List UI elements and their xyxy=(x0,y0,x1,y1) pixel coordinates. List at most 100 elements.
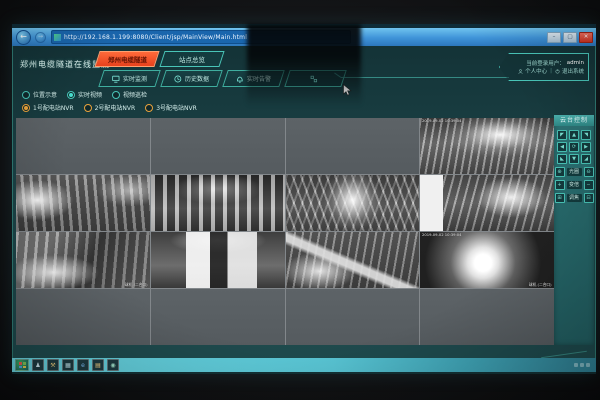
mouse-cursor xyxy=(343,84,352,96)
radio-dot xyxy=(22,104,30,112)
radio-dot xyxy=(112,91,120,99)
ptz-plus-button[interactable]: ⊖ xyxy=(584,167,594,177)
ptz-panel: 云台控制 ◤▲◥◀⟳▶◣▼◢ ⊕光圈⊖+变倍−⊞调焦⊟ xyxy=(554,115,594,345)
video-tile-r3c4[interactable]: 2019-09-02 10:39:04球机 (二合口) xyxy=(420,232,554,288)
ptz-row-label: 调焦 xyxy=(567,194,582,202)
view-mode-radio-2[interactable]: 实时视频 xyxy=(67,90,102,99)
nvr-radio-2[interactable]: 2号配电站NVR xyxy=(84,103,136,112)
ptz-plus-button[interactable]: − xyxy=(584,180,594,190)
history-icon xyxy=(174,75,182,83)
ptz-direction-button-3[interactable]: ◥ xyxy=(581,130,591,140)
ptz-plus-button[interactable]: ⊟ xyxy=(584,193,594,203)
video-tile-r1c1[interactable] xyxy=(16,118,150,174)
windows-taskbar: ♟⚒▦e▤◉ xyxy=(12,358,596,372)
nvr-radio-1[interactable]: 1号配电站NVR xyxy=(22,103,74,112)
ptz-direction-button-6[interactable]: ▶ xyxy=(581,142,591,152)
ptz-direction-button-4[interactable]: ◀ xyxy=(557,142,567,152)
view-mode-radios: 位置示意 实时视频 视频巡检 xyxy=(22,90,147,99)
ptz-minus-button[interactable]: ⊕ xyxy=(555,167,565,177)
header-toolbar: 实时监测 历史数据 实时告警 xyxy=(101,70,344,87)
video-wall: 2019-09-02 10:39:04球机 (二合口)2019-09-02 10… xyxy=(16,118,554,345)
video-tile-r2c1[interactable] xyxy=(16,175,150,231)
radio-dot xyxy=(22,91,30,99)
close-button[interactable]: ✕ xyxy=(579,32,593,43)
video-tile-r1c2[interactable] xyxy=(151,118,285,174)
nvr-radio-3[interactable]: 3号配电站NVR xyxy=(145,103,197,112)
system-tray[interactable] xyxy=(574,363,590,367)
folder-icon[interactable]: ▤ xyxy=(92,359,104,371)
video-tile-r1c4[interactable]: 2019-09-02 10:39:04 xyxy=(420,118,554,174)
browser-address-bar: ← → http://192.168.1.199:8080/Client/jsp… xyxy=(12,28,596,46)
nvr-radios: 1号配电站NVR 2号配电站NVR 3号配电站NVR xyxy=(22,103,197,112)
header-decor-line xyxy=(341,77,509,78)
ptz-direction-button-9[interactable]: ◢ xyxy=(581,154,591,164)
video-tile-r4c4[interactable] xyxy=(420,289,554,345)
ptz-direction-button-2[interactable]: ▲ xyxy=(569,130,579,140)
monitoring-page: 郑州电缆隧道在线监测 郑州电缆隧道站点总览 实时监测历史数据实时告警 当前登录用… xyxy=(12,46,596,358)
radio-label: 视频巡检 xyxy=(123,90,147,99)
tray-icon xyxy=(574,363,578,367)
person-icon xyxy=(518,69,523,74)
ptz-row-label: 光圈 xyxy=(567,168,582,176)
ptz-row-1: ⊕光圈⊖ xyxy=(554,167,594,177)
radio-label: 实时视频 xyxy=(78,90,102,99)
logout-icon xyxy=(555,69,560,74)
video-tile-r4c1[interactable] xyxy=(16,289,150,345)
video-tile-r2c3[interactable] xyxy=(286,175,420,231)
toolbar-button-3[interactable]: 实时告警 xyxy=(222,70,285,87)
radio-label: 2号配电站NVR xyxy=(95,103,136,112)
browser-icon[interactable]: e xyxy=(77,359,89,371)
view-mode-radio-3[interactable]: 视频巡检 xyxy=(112,90,147,99)
grid-app-icon[interactable]: ▦ xyxy=(62,359,74,371)
ptz-direction-button-1[interactable]: ◤ xyxy=(557,130,567,140)
video-tile-r2c4[interactable] xyxy=(420,175,554,231)
tools-icon[interactable]: ⚒ xyxy=(47,359,59,371)
media-icon[interactable]: ◉ xyxy=(107,359,119,371)
radio-dot xyxy=(84,104,92,112)
ptz-direction-button-5[interactable]: ⟳ xyxy=(569,142,579,152)
browser-back-button[interactable]: ← xyxy=(16,30,31,45)
video-tile-r3c1[interactable]: 球机 (二合口) xyxy=(16,232,150,288)
video-tile-r1c3[interactable] xyxy=(286,118,420,174)
toolbar-button-1[interactable]: 实时监测 xyxy=(98,70,161,87)
toolbar-button-4[interactable] xyxy=(284,70,347,87)
ptz-minus-button[interactable]: + xyxy=(555,180,565,190)
maximize-button[interactable]: ▢ xyxy=(563,32,577,43)
main-tabs: 郑州电缆隧道站点总览 xyxy=(97,51,222,67)
toolbar-button-2[interactable]: 历史数据 xyxy=(160,70,223,87)
ptz-row-label: 变倍 xyxy=(567,181,582,189)
tray-icon xyxy=(586,363,590,367)
monitor-icon xyxy=(112,75,120,83)
logout-link[interactable]: 退出系统 xyxy=(562,67,584,75)
video-tile-r3c3[interactable] xyxy=(286,232,420,288)
start-icon[interactable] xyxy=(15,359,29,371)
browser-forward-button[interactable]: → xyxy=(35,32,46,43)
radio-label: 1号配电站NVR xyxy=(33,103,74,112)
ptz-direction-button-8[interactable]: ▼ xyxy=(569,154,579,164)
profile-link[interactable]: 个人中心 xyxy=(525,67,547,75)
login-label: 当前登录用户： xyxy=(526,59,565,67)
user-panel: 当前登录用户： admin 个人中心 | 退出系统 xyxy=(499,53,589,81)
device-icon xyxy=(310,75,318,83)
toolbar-button-label: 历史数据 xyxy=(185,74,209,83)
minimize-button[interactable]: – xyxy=(547,32,561,43)
osd-timestamp: 2019-09-02 10:39:04 xyxy=(422,233,462,237)
ptz-direction-pad: ◤▲◥ ◀⟳▶ ◣▼◢ xyxy=(554,130,594,164)
radio-dot xyxy=(67,91,75,99)
view-mode-radio-1[interactable]: 位置示意 xyxy=(22,90,57,99)
ptz-direction-button-7[interactable]: ◣ xyxy=(557,154,567,164)
radio-label: 位置示意 xyxy=(33,90,57,99)
separator: | xyxy=(550,68,552,74)
video-tile-r2c2[interactable] xyxy=(151,175,285,231)
ptz-minus-button[interactable]: ⊞ xyxy=(555,193,565,203)
url-text: http://192.168.1.199:8080/Client/jsp/Mai… xyxy=(64,34,247,41)
tab-1[interactable]: 郑州电缆隧道 xyxy=(94,51,159,67)
tray-icon xyxy=(580,363,584,367)
video-tile-r4c2[interactable] xyxy=(151,289,285,345)
address-field[interactable]: http://192.168.1.199:8080/Client/jsp/Mai… xyxy=(51,30,351,44)
video-tile-r4c3[interactable] xyxy=(286,289,420,345)
tab-2[interactable]: 站点总览 xyxy=(159,51,224,67)
osd-camera-label: 球机 (二合口) xyxy=(125,281,148,287)
video-tile-r3c2[interactable] xyxy=(151,232,285,288)
user-app-icon[interactable]: ♟ xyxy=(32,359,44,371)
